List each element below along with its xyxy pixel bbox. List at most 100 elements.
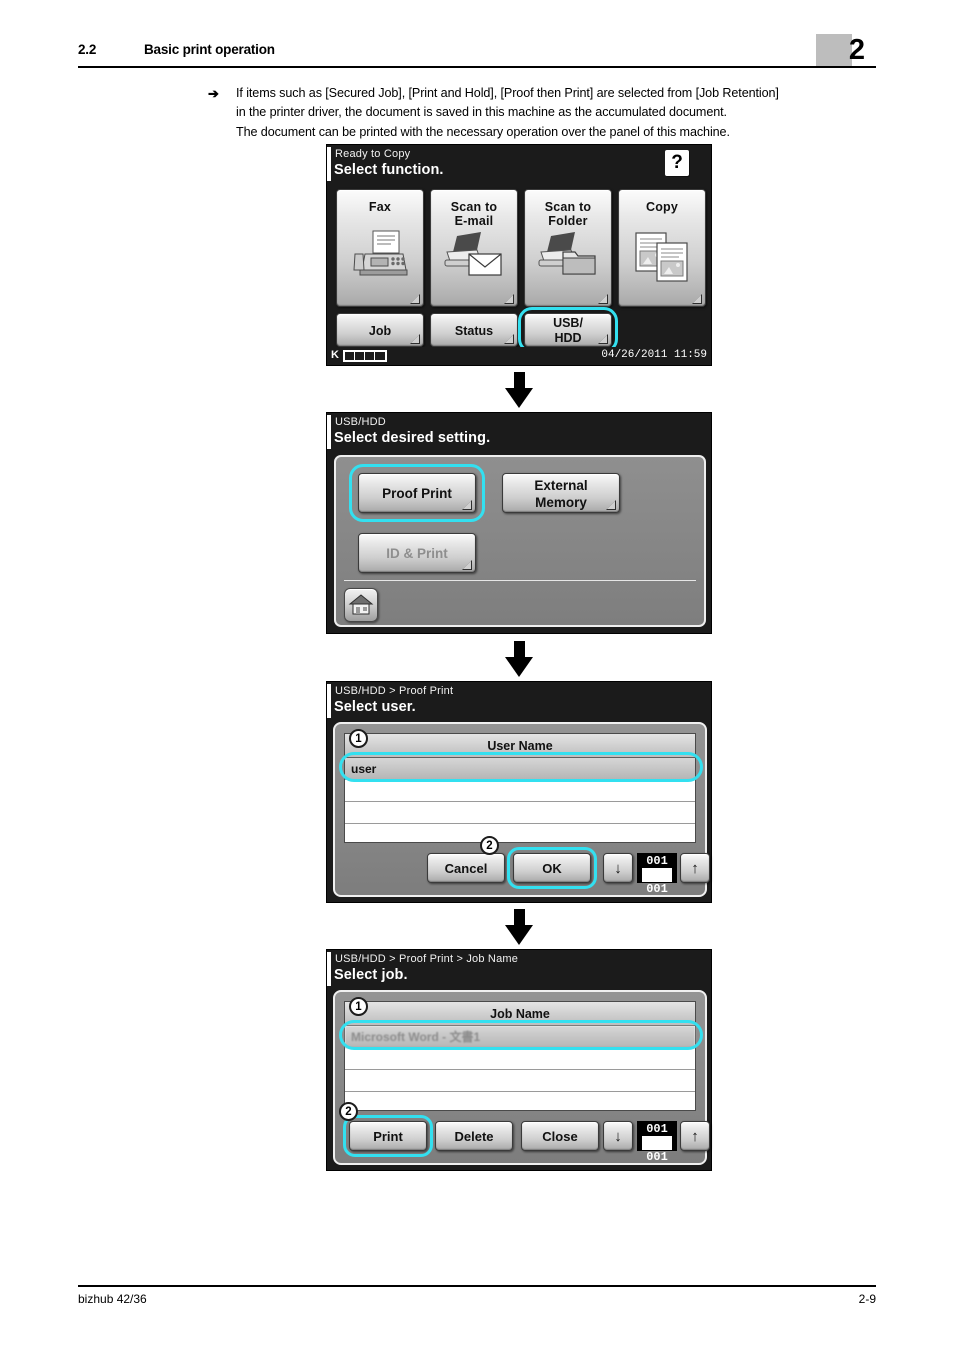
panel2-breadcrumb: USB/HDD: [335, 416, 386, 428]
fax-machine-icon: [351, 230, 409, 287]
close-button[interactable]: Close: [521, 1121, 599, 1151]
proof-print-button[interactable]: Proof Print: [358, 473, 476, 513]
intro-paragraph: ➔ If items such as [Secured Job], [Print…: [208, 84, 888, 142]
help-icon[interactable]: ?: [665, 150, 689, 176]
panel1-title-accent: [327, 147, 331, 181]
table-row[interactable]: [345, 1070, 695, 1092]
job-name-column-header: Job Name: [345, 1002, 695, 1026]
copy-label: Copy: [645, 200, 679, 214]
table-row[interactable]: [345, 1048, 695, 1070]
scanner-folder-icon: [537, 230, 599, 283]
scan-to-folder-label-line2: Folder: [548, 214, 588, 228]
ok-button[interactable]: OK: [513, 853, 591, 883]
usb-hdd-label-line1: USB/: [553, 316, 583, 330]
scan-to-email-label: Scan to E-mail: [431, 200, 517, 228]
ok-label: OK: [542, 861, 562, 876]
copy-button[interactable]: Copy: [618, 189, 706, 307]
panel1-titlebar: Ready to Copy Select function. ?: [327, 145, 711, 185]
lcd-panel-select-function: Ready to Copy Select function. ? Fax Sca…: [326, 144, 712, 366]
scroll-up-icon: ↑: [691, 860, 699, 877]
panel3-titlebar: USB/HDD > Proof Print Select user.: [327, 682, 711, 722]
scroll-up-button[interactable]: ↑: [680, 853, 710, 883]
scroll-down-button[interactable]: ↓: [603, 853, 633, 883]
panel4-titlebar: USB/HDD > Proof Print > Job Name Select …: [327, 950, 711, 990]
panel4-prompt: Select job.: [334, 967, 408, 983]
panel2-titlebar: USB/HDD Select desired setting.: [327, 413, 711, 453]
scroll-down-icon: ↓: [614, 860, 622, 877]
copy-fold-corner-icon: [691, 293, 702, 304]
external-memory-button[interactable]: External Memory: [502, 473, 620, 513]
page-header: 2.2 Basic print operation 2: [78, 34, 876, 70]
scroll-down-icon: ↓: [614, 1128, 622, 1145]
usb-hdd-button[interactable]: USB/ HDD: [524, 313, 612, 347]
callout-2: 2: [339, 1102, 358, 1121]
id-and-print-fold-corner-icon: [461, 559, 472, 570]
scroll-up-button[interactable]: ↑: [680, 1121, 710, 1151]
scan-to-email-label-line1: Scan to: [450, 200, 498, 214]
intro-line-2: in the printer driver, the document is s…: [236, 105, 727, 120]
table-row[interactable]: [345, 780, 695, 802]
external-memory-label-line1: External: [534, 478, 588, 493]
usb-hdd-fold-corner-icon: [597, 333, 608, 344]
panel1-status-line: Ready to Copy: [335, 148, 411, 160]
scroll-down-button[interactable]: ↓: [603, 1121, 633, 1151]
status-label: Status: [454, 324, 494, 338]
panel4-breadcrumb: USB/HDD > Proof Print > Job Name: [335, 953, 519, 965]
panel2-title-accent: [327, 415, 331, 449]
panel4-button-bar: Print Delete Close ↓ 001 001 ↑: [341, 1115, 710, 1164]
scanner-email-icon: [443, 230, 505, 283]
select-job-dialog: Job Name Microsoft Word - 文書1 1 Print De…: [333, 990, 710, 1165]
status-button[interactable]: Status: [430, 313, 518, 347]
id-and-print-button[interactable]: ID & Print: [358, 533, 476, 573]
page-counter: 001 001: [637, 853, 677, 896]
home-icon[interactable]: [344, 588, 378, 622]
fax-button[interactable]: Fax: [336, 189, 424, 307]
fax-fold-corner-icon: [409, 293, 420, 304]
table-row[interactable]: Microsoft Word - 文書1: [345, 1026, 695, 1048]
chapter-number: 2: [848, 34, 865, 66]
intro-line-3: The document can be printed with the nec…: [236, 124, 730, 139]
page-total: 001: [646, 1150, 668, 1164]
footer-product: bizhub 42/36: [78, 1292, 147, 1306]
chapter-box: [816, 34, 852, 67]
scan-to-email-fold-corner-icon: [503, 293, 514, 304]
bullet-arrow-icon: ➔: [208, 86, 219, 101]
intro-line-1: If items such as [Secured Job], [Print a…: [236, 86, 779, 100]
table-row[interactable]: [345, 1092, 695, 1114]
table-row[interactable]: [345, 802, 695, 824]
cancel-button[interactable]: Cancel: [427, 853, 505, 883]
job-name-list[interactable]: Job Name Microsoft Word - 文書1: [344, 1001, 696, 1111]
panel4-title-accent: [327, 952, 331, 986]
user-name-column-header: User Name: [345, 734, 695, 758]
table-row[interactable]: [345, 824, 695, 846]
table-row[interactable]: user: [345, 758, 695, 780]
flow-arrow-1-icon: [505, 372, 533, 408]
flow-arrow-3-icon: [505, 909, 533, 945]
job-button[interactable]: Job: [336, 313, 424, 347]
toner-label: K: [331, 349, 339, 361]
select-user-dialog: User Name user 1 Cancel OK ↓ 001 001 ↑ 2: [333, 722, 710, 897]
proof-print-label: Proof Print: [382, 486, 452, 501]
status-fold-corner-icon: [503, 333, 514, 344]
print-label: Print: [373, 1129, 403, 1144]
fax-label: Fax: [368, 200, 392, 214]
print-button[interactable]: Print: [349, 1121, 427, 1151]
header-divider: [78, 66, 876, 68]
scan-to-folder-button[interactable]: Scan to Folder: [524, 189, 612, 307]
id-and-print-label: ID & Print: [386, 546, 448, 561]
panel2-divider: [344, 580, 696, 581]
panel3-button-bar: Cancel OK ↓ 001 001 ↑: [341, 847, 710, 896]
panel3-breadcrumb: USB/HDD > Proof Print: [335, 685, 454, 697]
close-label: Close: [542, 1129, 578, 1144]
page-title: Basic print operation: [144, 42, 275, 57]
user-name-list[interactable]: User Name user: [344, 733, 696, 843]
delete-button[interactable]: Delete: [435, 1121, 513, 1151]
page-current: 001: [646, 854, 668, 868]
toner-gauge-icon: [343, 350, 387, 362]
flow-arrow-2-icon: [505, 641, 533, 677]
panel1-status-bar: K 04/26/2011 11:59: [327, 347, 711, 365]
panel3-prompt: Select user.: [334, 699, 416, 715]
scan-to-email-label-line2: E-mail: [454, 214, 494, 228]
footer-divider: [78, 1285, 876, 1287]
scan-to-email-button[interactable]: Scan to E-mail: [430, 189, 518, 307]
